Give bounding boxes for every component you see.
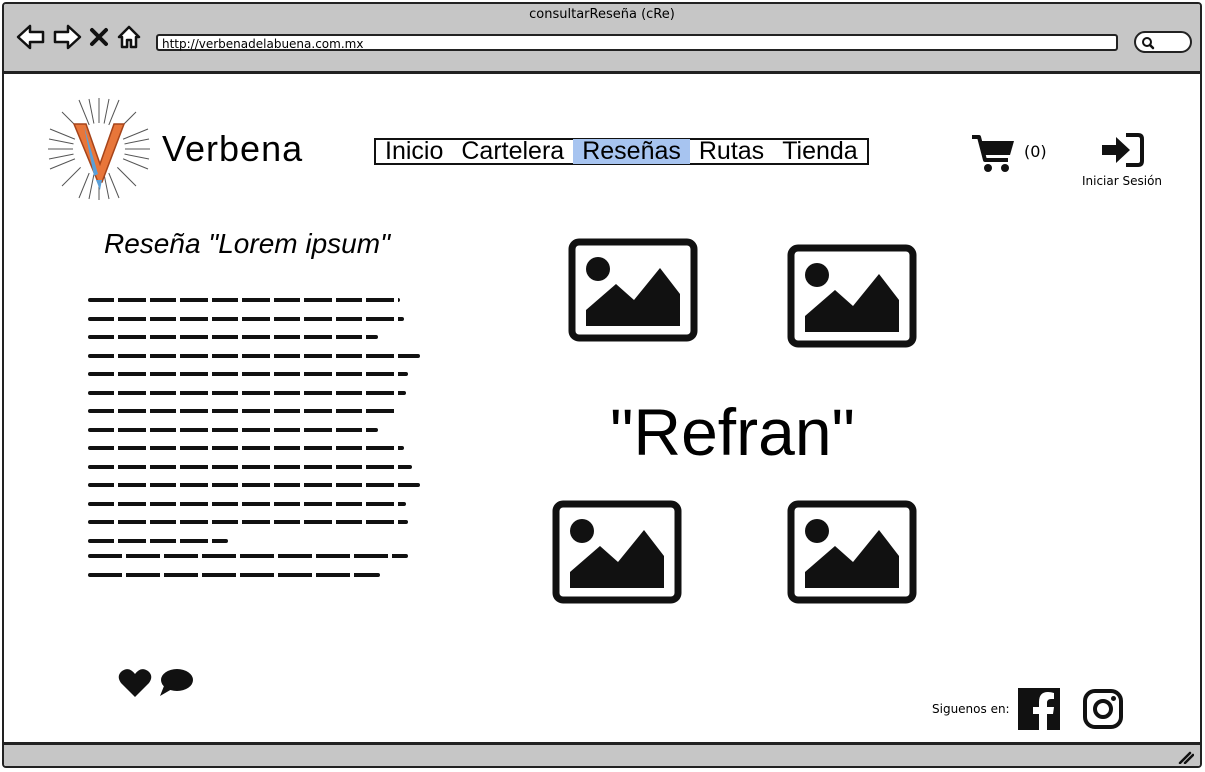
comment-icon[interactable]	[158, 668, 194, 698]
verbena-logo-icon	[48, 98, 150, 200]
nav-cartelera[interactable]: Cartelera	[452, 139, 573, 164]
instagram-icon[interactable]	[1082, 688, 1124, 730]
image-placeholder-icon	[787, 500, 917, 604]
status-bar	[4, 742, 1200, 766]
cart-count: (0)	[1024, 142, 1047, 161]
heart-icon[interactable]	[118, 668, 152, 698]
url-bar[interactable]: http://verbenadelabuena.com.mx	[156, 34, 1118, 51]
sign-in-icon	[1102, 133, 1144, 167]
search-icon	[1142, 37, 1155, 50]
review-body-text	[88, 298, 424, 557]
nav-resenas[interactable]: Reseñas	[573, 139, 690, 164]
login-label: Iniciar Sesión	[1081, 174, 1163, 188]
home-icon[interactable]	[116, 24, 142, 50]
nav-rutas[interactable]: Rutas	[690, 139, 773, 164]
image-placeholder-icon	[552, 500, 682, 604]
window-title: consultarReseña (cRe)	[529, 7, 675, 22]
social-links: Siguenos en:	[932, 688, 1146, 730]
browser-chrome: consultarReseña (cRe) http://verbenadela…	[4, 4, 1200, 74]
nav-inicio[interactable]: Inicio	[376, 139, 452, 164]
browser-search[interactable]	[1134, 31, 1192, 53]
review-body-text-2	[88, 554, 424, 591]
cart-button[interactable]	[970, 134, 1016, 178]
refran-text: "Refran"	[610, 395, 855, 469]
cart-icon	[972, 135, 1014, 172]
nav-tienda[interactable]: Tienda	[773, 139, 867, 164]
follow-label: Siguenos en:	[932, 702, 1010, 716]
image-placeholder-icon	[568, 238, 698, 342]
site-logo[interactable]	[44, 94, 154, 208]
forward-icon[interactable]	[52, 24, 82, 50]
facebook-icon[interactable]	[1017, 688, 1060, 730]
review-title: Reseña "Lorem ipsum"	[104, 228, 391, 259]
browser-nav	[16, 24, 142, 50]
back-icon[interactable]	[16, 24, 46, 50]
resize-grip-icon[interactable]	[1178, 750, 1194, 764]
image-placeholder-icon	[787, 244, 917, 348]
close-icon[interactable]	[88, 26, 110, 48]
review-actions	[118, 668, 194, 698]
login-button[interactable]: Iniciar Sesión	[1074, 132, 1170, 188]
browser-window: consultarReseña (cRe) http://verbenadela…	[2, 2, 1202, 768]
main-nav: Inicio Cartelera Reseñas Rutas Tienda	[374, 138, 869, 165]
brand-name[interactable]: Verbena	[162, 128, 303, 170]
